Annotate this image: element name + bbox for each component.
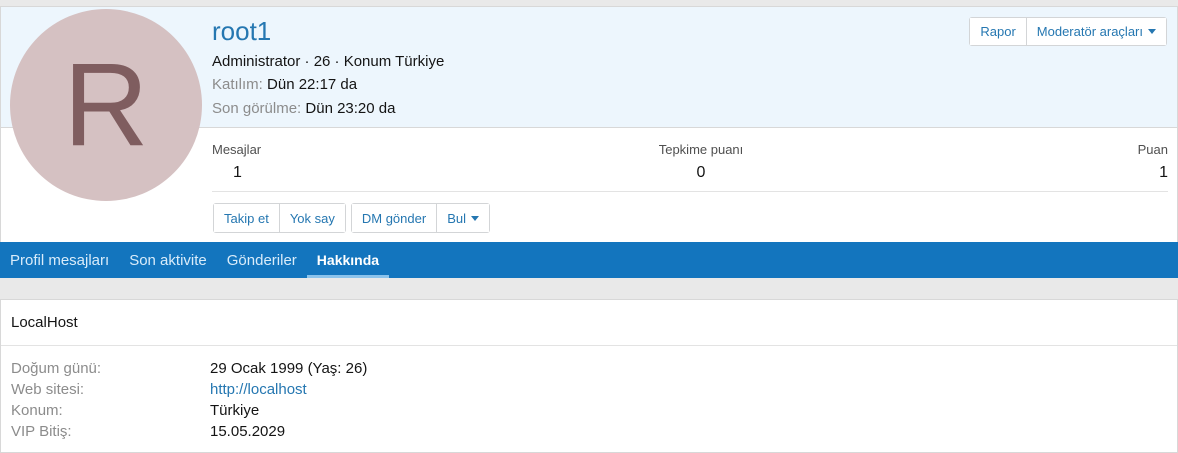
location-value: Türkiye	[210, 402, 260, 419]
vip-label: VIP Bitiş:	[11, 423, 72, 440]
profile-tabs: Profil mesajları Son aktivite Gönderiler…	[0, 242, 1178, 278]
stat-reaction-score[interactable]: Tepkime puanı 0	[657, 142, 745, 183]
last-seen-value: Dün 23:20 da	[305, 100, 396, 117]
dm-button[interactable]: DM gönder	[351, 204, 437, 232]
detail-row-birthday: Doğum günü: 29 Ocak 1999 (Yaş: 26)	[11, 360, 1171, 381]
stat-messages[interactable]: Mesajlar 1	[212, 142, 261, 183]
detail-row-location: Konum: Türkiye	[11, 402, 1171, 423]
stat-points-label: Puan	[1137, 142, 1168, 157]
follow-ignore-group: Takip et Yok say	[213, 203, 346, 233]
profile-role-line: Administrator · 26 · Konum Türkiye	[212, 53, 445, 70]
about-panel: LocalHost Doğum günü: 29 Ocak 1999 (Yaş:…	[0, 299, 1178, 453]
dm-find-group: DM gönder Bul	[350, 203, 490, 233]
profile-joined: Katılım: Dün 22:17 da	[212, 75, 357, 95]
profile-stats: Mesajlar 1 Tepkime puanı 0 Puan 1	[212, 142, 1168, 192]
location-label: Konum:	[11, 402, 63, 419]
joined-value: Dün 22:17 da	[267, 76, 358, 93]
birthday-value: 29 Ocak 1999 (Yaş: 26)	[210, 360, 368, 377]
about-details: Doğum günü: 29 Ocak 1999 (Yaş: 26) Web s…	[11, 360, 1171, 444]
profile-action-buttons: Takip et Yok say DM gönder Bul	[213, 203, 490, 233]
top-action-buttons: Rapor Moderatör araçları	[969, 17, 1167, 46]
vip-value: 15.05.2029	[210, 423, 286, 440]
chevron-down-icon	[470, 215, 479, 221]
report-button[interactable]: Rapor	[970, 18, 1026, 45]
stat-reaction-label: Tepkime puanı	[658, 142, 744, 157]
joined-label: Katılım:	[212, 76, 263, 93]
find-label: Bul	[447, 210, 466, 226]
about-title: LocalHost	[1, 300, 1177, 346]
find-button[interactable]: Bul	[436, 204, 489, 232]
stats-divider	[212, 191, 1168, 192]
last-seen-label: Son görülme:	[212, 100, 302, 117]
avatar[interactable]: R	[10, 9, 202, 201]
moderator-tools-label: Moderatör araçları	[1036, 24, 1143, 39]
tab-profile-posts[interactable]: Profil mesajları	[0, 242, 119, 278]
profile-last-seen: Son görülme: Dün 23:20 da	[212, 99, 395, 119]
stat-points[interactable]: Puan 1	[1138, 142, 1168, 183]
website-label: Web sitesi:	[11, 381, 85, 398]
profile-username[interactable]: root1	[212, 15, 271, 47]
follow-button[interactable]: Takip et	[214, 204, 279, 232]
tab-latest-activity[interactable]: Son aktivite	[119, 242, 217, 278]
tab-about[interactable]: Hakkında	[306, 242, 390, 278]
detail-row-website: Web sitesi: http://localhost	[11, 381, 1171, 402]
stat-messages-value: 1	[233, 164, 242, 181]
moderator-tools-button[interactable]: Moderatör araçları	[1025, 18, 1166, 45]
stat-points-value: 1	[1159, 164, 1168, 181]
website-link[interactable]: http://localhost	[210, 381, 307, 402]
birthday-label: Doğum günü:	[11, 360, 102, 377]
detail-row-vip: VIP Bitiş: 15.05.2029	[11, 423, 1171, 444]
stat-reaction-value: 0	[696, 164, 706, 181]
ignore-button[interactable]: Yok say	[278, 204, 345, 232]
stat-messages-label: Mesajlar	[212, 142, 262, 157]
tab-postings[interactable]: Gönderiler	[217, 242, 307, 278]
chevron-down-icon	[1148, 29, 1156, 34]
